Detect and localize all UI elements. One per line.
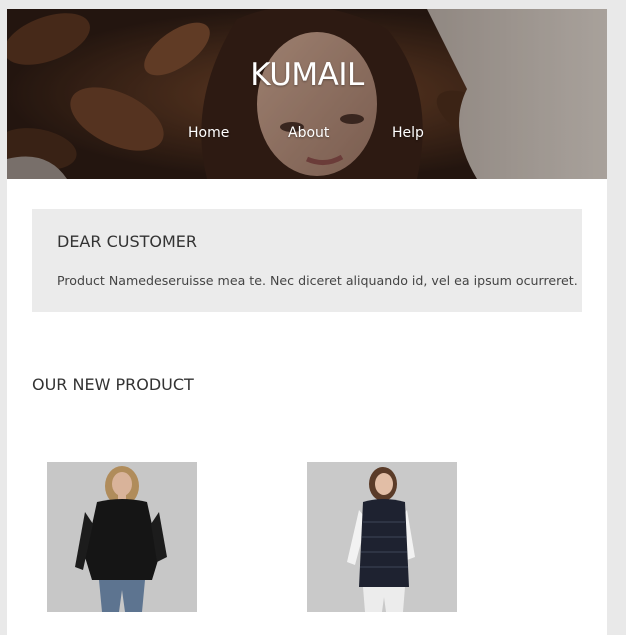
main-nav: Home About Help — [7, 125, 607, 145]
vest-model-image — [307, 462, 457, 612]
site-logo-text[interactable]: KUMAIL — [7, 57, 607, 93]
notice-title: DEAR CUSTOMER — [57, 232, 198, 251]
new-product-heading: OUR NEW PRODUCT — [32, 375, 194, 394]
page-container: KUMAIL Home About Help DEAR CUSTOMER Pro… — [7, 9, 607, 635]
blouse-model-image — [47, 462, 197, 612]
notice-text: Product Namedeseruisse mea te. Nec dicer… — [57, 273, 578, 288]
hero-overlay — [7, 9, 607, 179]
customer-notice-box: DEAR CUSTOMER Product Namedeseruisse mea… — [32, 209, 582, 312]
nav-link-about[interactable]: About — [288, 125, 329, 141]
product-image-blouse[interactable] — [47, 462, 197, 612]
nav-link-help[interactable]: Help — [392, 125, 424, 141]
hero-banner: KUMAIL Home About Help — [7, 9, 607, 179]
product-image-vest[interactable] — [307, 462, 457, 612]
nav-link-home[interactable]: Home — [188, 125, 229, 141]
